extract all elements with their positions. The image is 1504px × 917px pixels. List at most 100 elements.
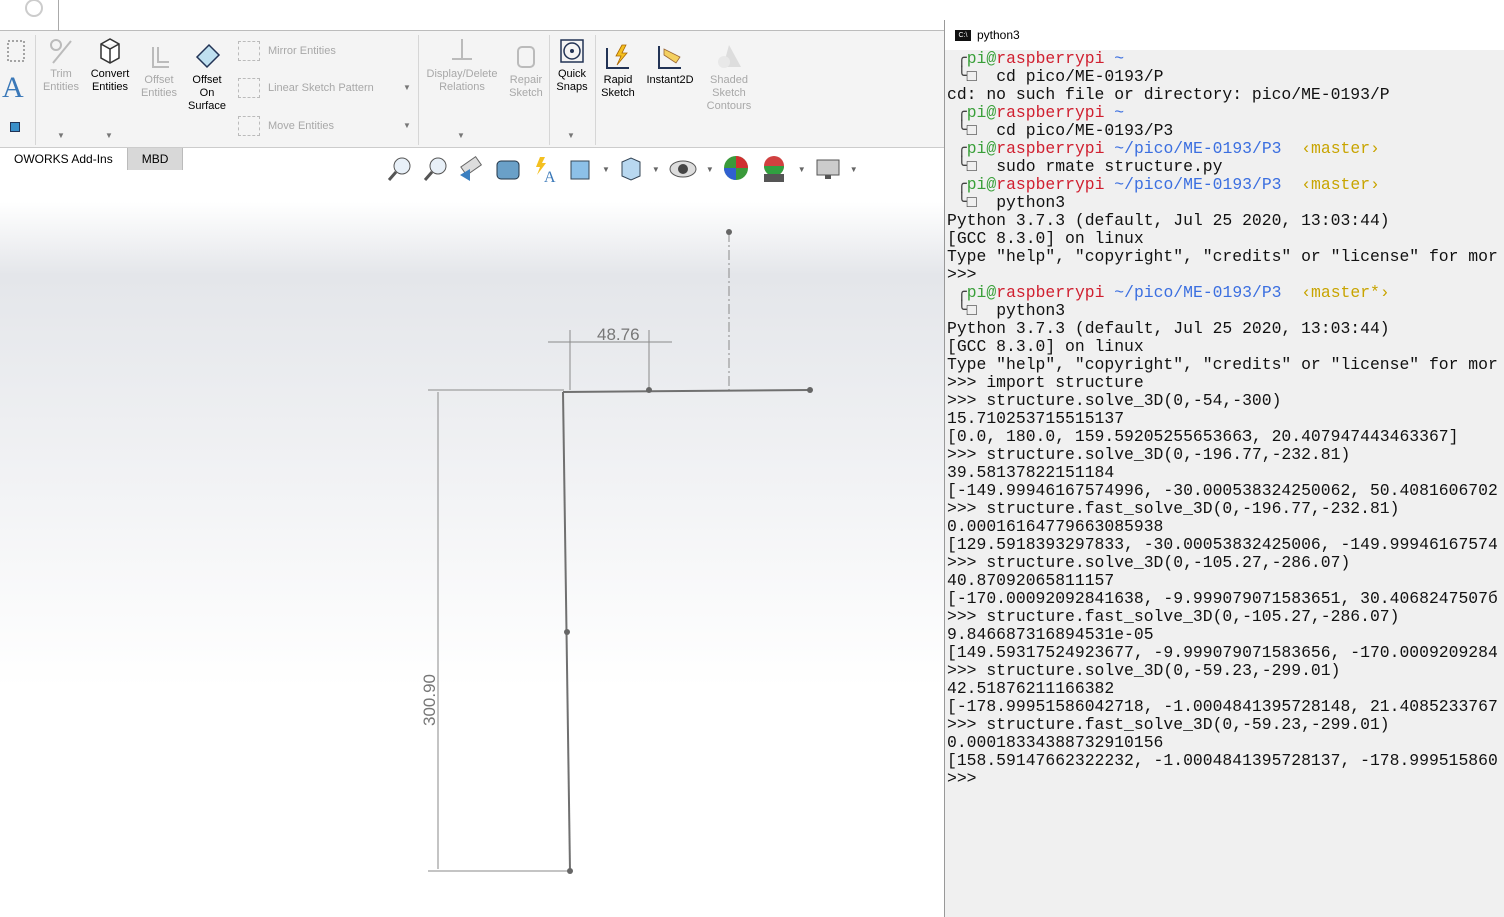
offset-entities-button[interactable]: Offset Entities: [136, 43, 182, 100]
repair-sketch-button[interactable]: Repair Sketch: [504, 43, 548, 100]
prompt-path: ~/pico/ME-0193/P3: [1104, 283, 1282, 302]
terminal-window[interactable]: C:\ python3 ╭pi@raspberrypi ~ ╰□ cd pico…: [944, 20, 1504, 917]
text-icon[interactable]: A: [2, 71, 24, 105]
output-text: >>>: [947, 265, 977, 284]
terminal-line: ╰□ python3: [947, 194, 1504, 212]
sketch-point[interactable]: [564, 629, 570, 635]
prompt-path: ~/pico/ME-0193/P3: [1104, 175, 1282, 194]
prompt-user: pi: [966, 283, 987, 302]
terminal-line: Type "help", "copyright", "credits" or "…: [947, 356, 1504, 374]
output-text: >>> structure.solve_3D(0,-196.77,-232.81…: [947, 445, 1351, 464]
output-text: 0.00016164779663085938: [947, 517, 1164, 536]
prompt-corner-icon: ╭: [947, 175, 967, 194]
tab-mbd[interactable]: MBD: [127, 148, 184, 170]
tab-addins[interactable]: OWORKS Add-Ins: [0, 148, 128, 170]
chevron-down-icon[interactable]: ▼: [105, 131, 113, 140]
terminal-line: 39.58137822151184: [947, 464, 1504, 482]
prompt-user: pi: [966, 139, 987, 158]
sketch-line-horizontal[interactable]: [562, 389, 811, 393]
output-text: >>> structure.solve_3D(0,-54,-300): [947, 391, 1282, 410]
command-text: cd pico/ME-0193/P3: [996, 121, 1174, 140]
label: Linear Sketch Pattern: [268, 82, 374, 94]
prompt-corner-icon: ╭: [947, 283, 967, 302]
rapid-sketch-button[interactable]: Rapid Sketch: [598, 43, 638, 100]
gear-icon[interactable]: [14, 0, 50, 22]
prompt-arrow-icon: ╰□: [947, 301, 997, 320]
terminal-line: ╭pi@raspberrypi ~/pico/ME-0193/P3 ‹maste…: [947, 140, 1504, 158]
prompt-corner-icon: ╭: [947, 103, 967, 122]
label: Repair Sketch: [509, 74, 543, 99]
convert-entities-button[interactable]: Convert Entities: [86, 37, 134, 94]
prompt-branch: ‹master›: [1281, 139, 1380, 158]
cad-window: A Trim Entities Convert Entities Offset …: [0, 0, 944, 917]
instant2d-button[interactable]: Instant2D: [642, 43, 698, 87]
at-sign: @: [986, 175, 997, 194]
at-sign: @: [986, 50, 997, 68]
terminal-line: >>>: [947, 770, 1504, 788]
prompt-arrow-icon: ╰□: [947, 193, 997, 212]
label: Move Entities: [268, 120, 335, 132]
output-text: [129.5918393297833, -30.00053832425006, …: [947, 535, 1498, 554]
mirror-entities-button[interactable]: Mirror Entities: [238, 41, 336, 61]
terminal-line: 0.00018334388732910156: [947, 734, 1504, 752]
terminal-line: [-149.99946167574996, -30.00053832425006…: [947, 482, 1504, 500]
dimension-horizontal[interactable]: 48.76: [597, 325, 640, 344]
terminal-line: >>>: [947, 266, 1504, 284]
sketch-point[interactable]: [807, 387, 813, 393]
chevron-down-icon[interactable]: ▼: [403, 121, 411, 130]
trim-entities-button[interactable]: Trim Entities: [38, 37, 84, 94]
move-entities-button[interactable]: Move Entities: [238, 116, 334, 136]
offset-on-surface-button[interactable]: Offset On Surface: [183, 43, 231, 113]
prompt-arrow-icon: ╰□: [947, 157, 997, 176]
at-sign: @: [986, 139, 997, 158]
command-text: cd pico/ME-0193/P: [996, 67, 1164, 86]
quick-snaps-button[interactable]: Quick Snaps: [551, 37, 593, 94]
chevron-down-icon[interactable]: ▼: [57, 131, 65, 140]
sketch-point[interactable]: [726, 229, 732, 235]
linear-sketch-pattern-button[interactable]: Linear Sketch Pattern: [238, 78, 374, 98]
label: Trim Entities: [42, 68, 80, 93]
output-text: >>> structure.solve_3D(0,-105.27,-286.07…: [947, 553, 1351, 572]
display-delete-relations-button[interactable]: Display/Delete Relations: [422, 37, 502, 94]
terminal-line: Type "help", "copyright", "credits" or "…: [947, 248, 1504, 266]
label: Offset On Surface: [188, 74, 226, 112]
prompt-arrow-icon: ╰□: [947, 67, 997, 86]
sketch-canvas[interactable]: 48.76 300.90: [0, 170, 944, 917]
output-text: 40.87092065811157: [947, 571, 1115, 590]
shaded-sketch-contours-button[interactable]: Shaded Sketch Contours: [702, 43, 756, 113]
sketch-point[interactable]: [646, 387, 652, 393]
terminal-line: ╰□ cd pico/ME-0193/P3: [947, 122, 1504, 140]
output-text: 15.710253715515137: [947, 409, 1125, 428]
terminal-output[interactable]: ╭pi@raspberrypi ~ ╰□ cd pico/ME-0193/P cd…: [945, 50, 1504, 788]
terminal-line: [-178.99951586042718, -1.000484139572814…: [947, 698, 1504, 716]
terminal-line: >>> structure.fast_solve_3D(0,-105.27,-2…: [947, 608, 1504, 626]
output-text: [GCC 8.3.0] on linux: [947, 337, 1144, 356]
terminal-line: [158.59147662322232, -1.0004841395728137…: [947, 752, 1504, 770]
output-text: >>> import structure: [947, 373, 1144, 392]
output-text: Type "help", "copyright", "credits" or "…: [947, 247, 1498, 266]
terminal-line: ╰□ cd pico/ME-0193/P: [947, 68, 1504, 86]
sketch-point[interactable]: [567, 868, 573, 874]
chevron-down-icon[interactable]: ▼: [567, 131, 575, 140]
output-text: >>> structure.fast_solve_3D(0,-59.23,-29…: [947, 715, 1390, 734]
terminal-line: cd: no such file or directory: pico/ME-0…: [947, 86, 1504, 104]
console-icon: C:\: [955, 29, 971, 41]
output-text: [-178.99951586042718, -1.000484139572814…: [947, 697, 1498, 716]
output-text: [149.59317524923677, -9.999079071583656,…: [947, 643, 1498, 662]
sketch-ribbon: A Trim Entities Convert Entities Offset …: [0, 31, 944, 148]
terminal-line: [129.5918393297833, -30.00053832425006, …: [947, 536, 1504, 554]
terminal-line: 15.710253715515137: [947, 410, 1504, 428]
terminal-line: [-170.00092092841638, -9.999079071583651…: [947, 590, 1504, 608]
prompt-path: ~: [1104, 103, 1125, 122]
dimension-vertical[interactable]: 300.90: [420, 674, 439, 726]
chevron-down-icon[interactable]: ▼: [403, 83, 411, 92]
terminal-line: [149.59317524923677, -9.999079071583656,…: [947, 644, 1504, 662]
label: Instant2D: [646, 74, 694, 86]
label: Rapid Sketch: [601, 74, 635, 99]
output-text: [158.59147662322232, -1.0004841395728137…: [947, 751, 1498, 770]
point-icon[interactable]: [10, 122, 20, 132]
prompt-path: ~: [1104, 50, 1125, 68]
sketch-select-icon[interactable]: [6, 39, 26, 63]
chevron-down-icon[interactable]: ▼: [457, 131, 465, 140]
terminal-line: [0.0, 180.0, 159.5920525565366З, 20.4079…: [947, 428, 1504, 446]
